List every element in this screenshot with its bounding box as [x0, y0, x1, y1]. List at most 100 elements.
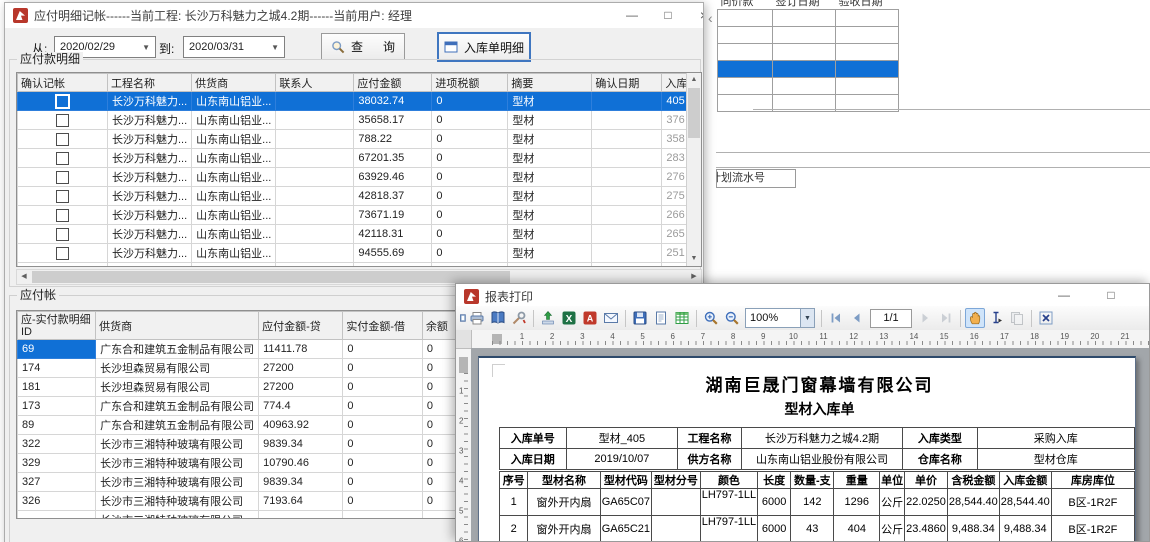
- checkbox[interactable]: [55, 94, 70, 109]
- table-row[interactable]: 长沙万科魅力...山东南山铝业...94555.690型材251: [18, 244, 696, 263]
- hand-tool-icon[interactable]: [965, 308, 985, 328]
- inbound-detail-button[interactable]: 入库单明细: [437, 32, 531, 62]
- cell: 9839.34: [259, 435, 343, 454]
- minimize-button[interactable]: —: [617, 3, 647, 28]
- confirm-checkbox-cell: [18, 130, 108, 149]
- scroll-right-icon[interactable]: ▶: [687, 270, 701, 284]
- column-header[interactable]: 应-实付款明细ID: [18, 312, 96, 340]
- divider: [716, 152, 1150, 153]
- toolbar-separator: [1031, 310, 1032, 327]
- checkbox[interactable]: [56, 133, 69, 146]
- clipped-edge-icon[interactable]: [457, 308, 466, 328]
- ruler-number: 13: [879, 332, 888, 341]
- first-page-icon[interactable]: [826, 308, 846, 328]
- column-header[interactable]: 确认日期: [592, 74, 662, 92]
- info-value: 型材仓库: [977, 449, 1134, 470]
- export-grid-icon[interactable]: [672, 308, 692, 328]
- checkbox[interactable]: [56, 114, 69, 127]
- to-date-combo[interactable]: 2020/03/31 ▼: [183, 36, 285, 58]
- prev-page-icon[interactable]: [847, 308, 867, 328]
- page-setup-icon[interactable]: [651, 308, 671, 328]
- scroll-left-icon[interactable]: ‹: [708, 10, 713, 26]
- report-cell: [652, 489, 701, 516]
- checkbox[interactable]: [56, 266, 69, 268]
- last-page-icon[interactable]: [936, 308, 956, 328]
- copy-icon[interactable]: [1007, 308, 1027, 328]
- zoom-in-icon[interactable]: [701, 308, 721, 328]
- column-header[interactable]: 确认记帐: [18, 74, 108, 92]
- zoom-out-icon[interactable]: [722, 308, 742, 328]
- checkbox[interactable]: [56, 152, 69, 165]
- cell: 型材: [508, 149, 592, 168]
- column-header[interactable]: 实付金额-借: [343, 312, 422, 340]
- export-excel-icon[interactable]: X: [559, 308, 579, 328]
- toolbar-separator: [625, 310, 626, 327]
- checkbox[interactable]: [56, 209, 69, 222]
- checkbox[interactable]: [56, 228, 69, 241]
- preview-area[interactable]: 湖南巨晟门窗幕墙有限公司 型材入库单 入库单号型材_405工程名称长沙万科魅力之…: [471, 348, 1149, 541]
- column-header[interactable]: 联系人: [276, 74, 354, 92]
- query-button[interactable]: 查 询: [321, 33, 405, 60]
- table-row[interactable]: 长沙万科魅力...山东南山铝业...788.220型材358: [18, 130, 696, 149]
- column-header[interactable]: 供货商: [96, 312, 259, 340]
- table-row[interactable]: 长沙万科魅力...山东南山铝业...63929.460型材276: [18, 168, 696, 187]
- table-row[interactable]: 长沙万科魅力...山东南山铝业...38032.740型材405: [18, 92, 696, 111]
- cell: 广东合和建筑五金制品有限公司: [96, 340, 259, 359]
- chevron-down-icon[interactable]: ▼: [800, 309, 814, 327]
- cell: 27200: [259, 359, 343, 378]
- cell: 67201.35: [354, 149, 432, 168]
- text-select-icon[interactable]: [986, 308, 1006, 328]
- column-header[interactable]: 进项税额: [432, 74, 508, 92]
- cell: [276, 225, 354, 244]
- cell: 3895.84: [354, 263, 432, 268]
- report-cell: 9,488.34: [999, 516, 1051, 542]
- toolbar-separator: [960, 310, 961, 327]
- maximize-button[interactable]: □: [653, 3, 683, 28]
- scroll-down-icon[interactable]: ▼: [687, 252, 701, 266]
- report-column-header: 型材代码: [600, 472, 651, 489]
- export-icon[interactable]: [538, 308, 558, 328]
- column-header[interactable]: 供货商: [192, 74, 276, 92]
- print-icon[interactable]: [467, 308, 487, 328]
- next-page-icon[interactable]: [915, 308, 935, 328]
- checkbox[interactable]: [56, 190, 69, 203]
- zoom-level-combo[interactable]: 100%▼: [745, 308, 815, 328]
- close-preview-icon[interactable]: [1036, 308, 1056, 328]
- scrollbar-thumb[interactable]: [688, 88, 700, 138]
- save-icon[interactable]: [630, 308, 650, 328]
- close-button[interactable]: ×: [689, 3, 704, 28]
- column-header[interactable]: 摘要: [508, 74, 592, 92]
- page-number-input[interactable]: 1/1: [870, 309, 912, 328]
- svg-text:X: X: [566, 314, 573, 325]
- send-email-icon[interactable]: [601, 308, 621, 328]
- column-header[interactable]: 应付金额: [354, 74, 432, 92]
- column-header[interactable]: 工程名称: [108, 74, 192, 92]
- table-row[interactable]: 长沙万科魅力...山东南山铝业...67201.350型材283: [18, 149, 696, 168]
- cell: 山东南山铝业...: [192, 149, 276, 168]
- scroll-up-icon[interactable]: ▲: [687, 73, 701, 87]
- title-bar[interactable]: 应付明细记帐------当前工程: 长沙万科魅力之城4.2期------当前用户…: [5, 3, 703, 28]
- maximize-button[interactable]: □: [1096, 283, 1126, 308]
- scrollbar-thumb[interactable]: [32, 271, 510, 283]
- toolbar-separator: [533, 310, 534, 327]
- column-header[interactable]: 应付金额-贷: [259, 312, 343, 340]
- export-pdf-icon[interactable]: A: [580, 308, 600, 328]
- inbound-detail-button-label: 入库单明细: [464, 39, 524, 56]
- table-row: [718, 44, 899, 61]
- design-tools-icon[interactable]: [509, 308, 529, 328]
- checkbox[interactable]: [56, 171, 69, 184]
- table-row[interactable]: 长沙万科魅力...山东南山铝业...73671.190型材266: [18, 206, 696, 225]
- table-row[interactable]: 长沙万科魅力...山东南山铝业...3895.840型材250: [18, 263, 696, 268]
- checkbox[interactable]: [56, 247, 69, 260]
- open-book-icon[interactable]: [488, 308, 508, 328]
- scroll-left-icon[interactable]: ◀: [17, 270, 31, 284]
- table-row[interactable]: 长沙万科魅力...山东南山铝业...35658.170型材376: [18, 111, 696, 130]
- vertical-scrollbar[interactable]: ▲ ▼: [686, 73, 701, 266]
- confirm-checkbox-cell: [18, 168, 108, 187]
- info-label: 工程名称: [678, 428, 742, 449]
- table-row[interactable]: 长沙万科魅力...山东南山铝业...42118.310型材265: [18, 225, 696, 244]
- report-column-header: 型材分号: [652, 472, 701, 489]
- table-row[interactable]: 长沙万科魅力...山东南山铝业...42818.370型材275: [18, 187, 696, 206]
- close-button[interactable]: ×: [1140, 283, 1150, 308]
- minimize-button[interactable]: —: [1049, 283, 1079, 308]
